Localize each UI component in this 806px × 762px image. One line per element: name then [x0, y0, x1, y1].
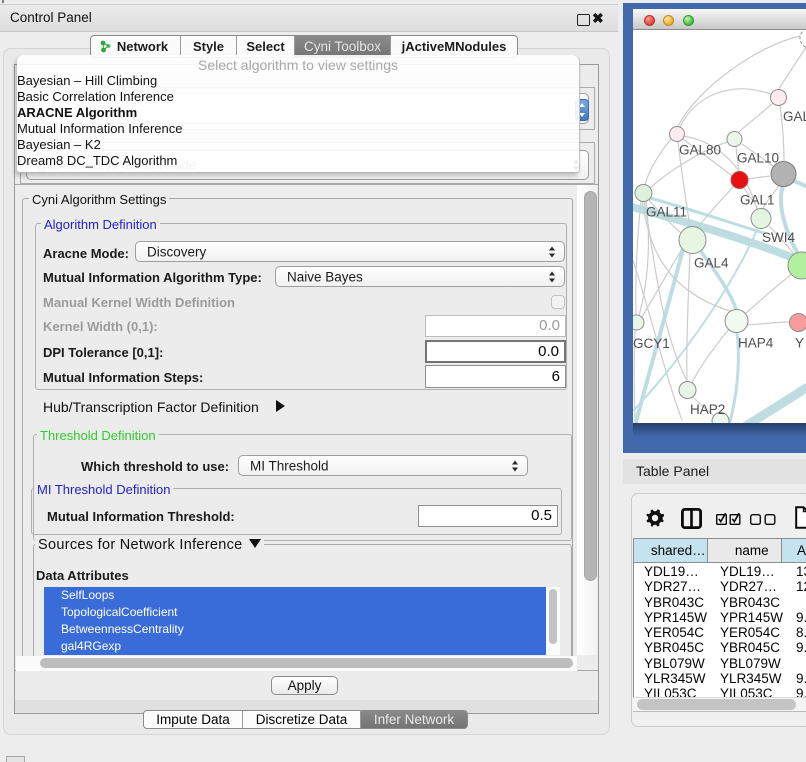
- svg-text:GAL11: GAL11: [646, 205, 687, 220]
- svg-text:GAL4: GAL4: [694, 256, 729, 271]
- svg-text:GAL1: GAL1: [740, 193, 775, 208]
- svg-text:GAL2: GAL2: [783, 109, 806, 124]
- svg-text:HAP4: HAP4: [738, 336, 774, 351]
- svg-text:GAL80: GAL80: [679, 143, 721, 158]
- svg-text:HAP2: HAP2: [690, 402, 725, 417]
- svg-text:GAL10: GAL10: [737, 151, 779, 166]
- svg-text:SWI4: SWI4: [762, 230, 795, 245]
- svg-text:GCY1: GCY1: [633, 336, 670, 351]
- svg-text:Y: Y: [795, 336, 804, 351]
